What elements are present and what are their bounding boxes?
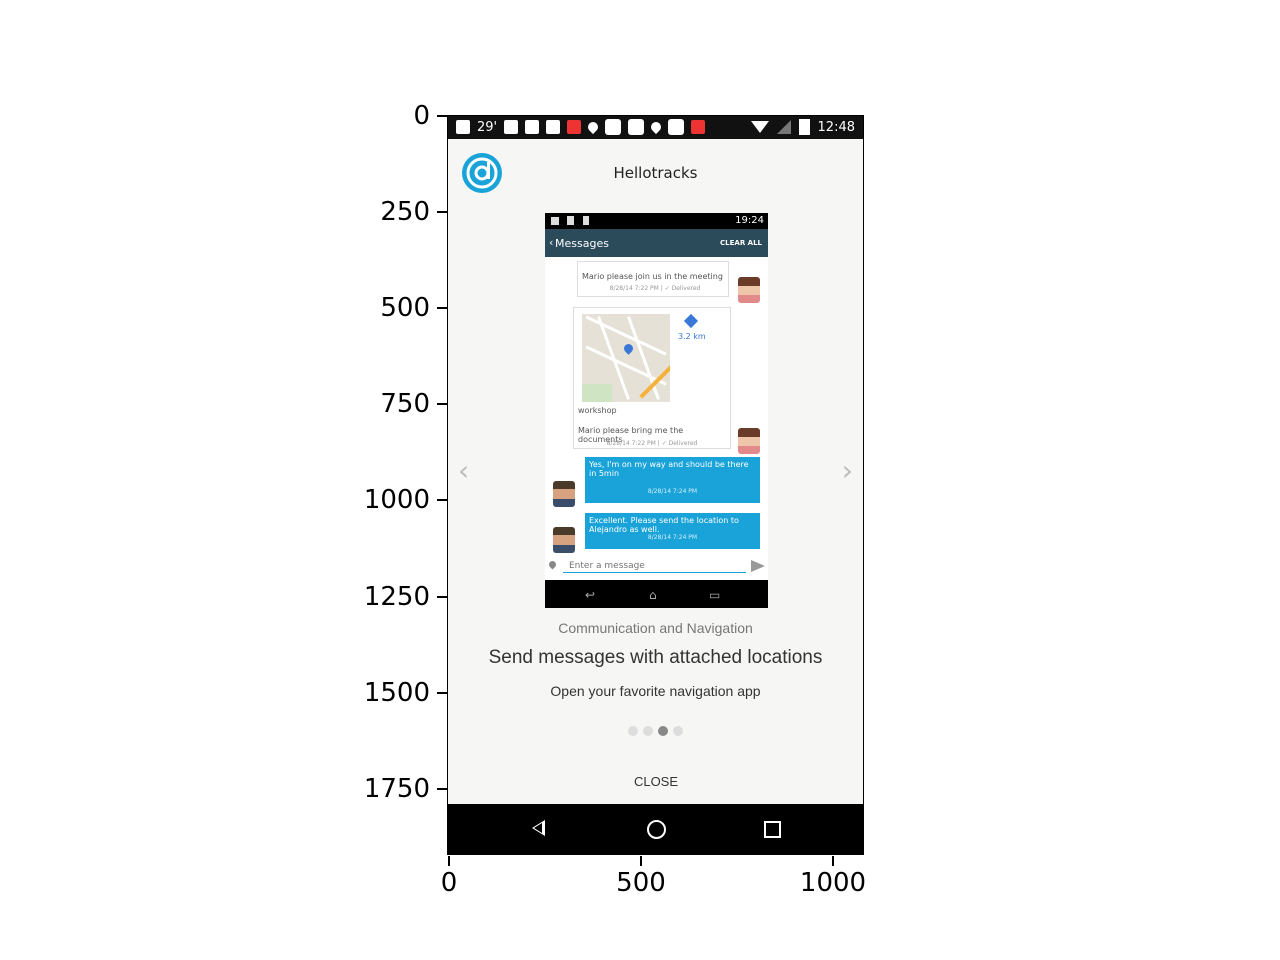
message-meta: 8/28/14 7:22 PM | ✓ Delivered [606,440,698,447]
inner-status-bar: 19:24 [545,213,768,229]
back-icon: ↩ [585,588,596,602]
y-tick-label: 0 [413,101,430,131]
recent-apps-icon[interactable] [764,821,781,838]
y-tick-label: 250 [380,197,430,227]
location-label: workshop [578,406,617,415]
y-tick [437,788,447,790]
y-tick [437,596,447,598]
y-tick-label: 750 [380,389,430,419]
back-chevron-icon: ‹ [549,236,554,249]
feature-category: Communication and Navigation [558,620,753,636]
y-tick [437,307,447,309]
directions-icon [683,313,699,329]
avatar [553,481,575,507]
square-icon [628,119,645,135]
map-thumbnail [582,314,670,402]
message-text: Yes, I'm on my way and should be there i… [589,460,749,478]
recent-apps-icon: ▭ [709,588,721,602]
y-tick [437,403,447,405]
signal-icon [776,120,791,134]
pof-icon [691,120,706,134]
x-tick [832,856,834,866]
previous-page-chevron-icon[interactable]: ‹ [458,456,469,486]
x-tick-label: 500 [616,868,666,898]
feature-screenshot: 19:24 ‹ Messages CLEAR ALL Mario please … [545,213,768,608]
facebook-icon [546,120,561,134]
avatar [738,277,760,303]
image-icon [551,217,559,225]
y-tick [437,211,447,213]
square-icon [605,119,622,135]
battery-icon [798,119,810,135]
sim-icon [567,216,574,225]
message-meta: 8/28/14 7:24 PM [647,534,698,541]
y-tick [437,499,447,501]
message-text: Mario please join us in the meeting [582,272,723,281]
y-tick-label: 1500 [363,678,430,708]
barcode-icon [583,216,589,225]
inner-navigation-bar: ↩ ⌂ ▭ [545,580,768,608]
messages-title: Messages [555,237,609,250]
avatar [553,527,575,553]
distance-text: 3.2 km [678,332,706,341]
page-dot[interactable] [643,726,653,736]
messages-header: ‹ Messages CLEAR ALL [545,229,768,257]
page-dot-active[interactable] [658,726,668,736]
message-composer [545,557,768,579]
map-pin-icon [622,342,635,355]
page-dot[interactable] [673,726,683,736]
facebook-icon [525,120,540,134]
home-icon[interactable] [647,820,666,839]
inner-clock-text: 19:24 [735,215,764,226]
temperature-text: 29' [477,119,498,135]
y-tick-label: 1250 [363,582,430,612]
home-icon: ⌂ [649,588,657,602]
message-meta: 8/28/14 7:24 PM [647,488,698,495]
page-dot[interactable] [628,726,638,736]
x-tick-label: 1000 [799,868,867,898]
wifi-icon [750,121,769,133]
facebook-icon [504,120,519,134]
y-tick [437,115,447,117]
square-icon [668,119,685,135]
message-input [563,559,746,573]
x-tick [640,856,642,866]
feature-description: Open your favorite navigation app [550,683,761,699]
clock-text: 12:48 [817,119,855,135]
x-tick [448,856,450,866]
outgoing-message: Yes, I'm on my way and should be there i… [585,457,760,503]
message-meta: 8/28/14 7:22 PM | ✓ Delivered [609,285,701,292]
y-tick-label: 1750 [363,774,430,804]
y-tick [437,692,447,694]
location-icon [586,119,601,135]
incoming-message: Mario please join us in the meeting 8/28… [577,261,729,297]
outgoing-message: Excellent. Please send the location to A… [585,513,760,549]
close-button[interactable]: CLOSE [606,770,706,794]
attach-location-icon [547,559,558,570]
status-bar: 29' 12:48 [448,116,863,139]
send-icon [751,560,765,572]
message-text: Excellent. Please send the location to A… [589,516,739,534]
navigation-bar [448,804,863,854]
y-tick-label: 500 [380,293,430,323]
app-title: Hellotracks [613,164,698,182]
clear-all-button: CLEAR ALL [720,239,762,247]
back-icon[interactable] [532,820,545,836]
next-page-chevron-icon[interactable]: › [842,456,853,486]
x-tick-label: 0 [440,868,458,898]
message-icon [456,120,470,134]
avatar [738,428,760,454]
phone-screen: 29' 12:48 Hellotracks ‹ › 19:24 ‹ Messag… [447,115,864,855]
incoming-location-message: 3.2 km workshop Mario please bring me th… [573,307,731,449]
location-icon [649,119,664,135]
pof-icon [567,120,582,134]
feature-title: Send messages with attached locations [488,647,823,668]
page-indicator [448,726,863,736]
y-tick-label: 1000 [363,485,430,515]
